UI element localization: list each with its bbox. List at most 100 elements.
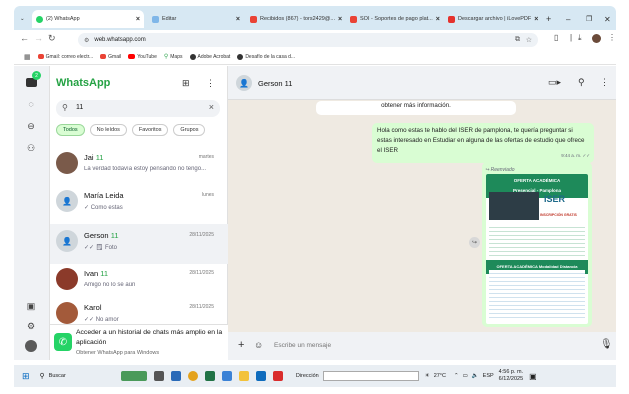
status-icon[interactable]: ◌ bbox=[23, 96, 39, 112]
maximize-button[interactable]: ❐ bbox=[582, 10, 596, 28]
emoji-sticker-icon[interactable]: ☺ bbox=[254, 340, 263, 350]
translate-icon[interactable]: ⧉ bbox=[515, 36, 520, 44]
communities-icon[interactable]: ⚇ bbox=[23, 140, 39, 156]
conversation-header[interactable]: 👤 Gerson 11 ▭▸ ⚲ ⋮ bbox=[228, 66, 616, 100]
apps-grid-icon[interactable]: ▦ bbox=[24, 53, 31, 61]
menu-kebab-icon[interactable]: ⋮ bbox=[206, 78, 215, 89]
reload-icon[interactable]: ↻ bbox=[48, 33, 56, 44]
settings-gear-icon[interactable]: ⚙ bbox=[23, 318, 39, 334]
chat-item-maria-leida[interactable]: 👤 María Leida lunes ✓ Como estas bbox=[50, 184, 228, 224]
new-chat-icon[interactable]: ⊞ bbox=[182, 78, 190, 89]
forwarded-image-bubble[interactable]: ↪ Reenviado OFERTA ACADÉMICA Presencial -… bbox=[482, 162, 592, 327]
gmail-icon bbox=[37, 54, 44, 59]
profile-avatar[interactable] bbox=[592, 34, 601, 43]
site-icon bbox=[237, 53, 244, 60]
get-windows-app-banner[interactable]: ✆ Acceder a un historial de chats más am… bbox=[50, 324, 228, 360]
search-input[interactable]: ⚲ 11 × bbox=[56, 100, 220, 117]
tray-chevron-icon[interactable]: ⌃ bbox=[454, 373, 459, 379]
flyer-logo: ISER bbox=[544, 194, 566, 204]
close-icon[interactable]: × bbox=[436, 16, 440, 23]
language-indicator[interactable]: ESP bbox=[483, 373, 494, 379]
filter-grupos[interactable]: Grupos bbox=[173, 124, 206, 136]
attach-plus-icon[interactable]: + bbox=[238, 339, 244, 351]
profile-avatar-icon[interactable] bbox=[23, 338, 39, 354]
weather-temp[interactable]: 27°C bbox=[434, 373, 446, 379]
bookmark-youtube[interactable]: YouTube bbox=[128, 54, 157, 60]
store-app-icon[interactable] bbox=[221, 371, 232, 381]
word-app-icon[interactable] bbox=[170, 371, 181, 381]
media-icon[interactable]: ▣ bbox=[23, 298, 39, 314]
bookmark-gmail-correo[interactable]: Gmail: correo electr... bbox=[37, 54, 93, 60]
close-icon[interactable]: × bbox=[534, 16, 538, 23]
close-window-button[interactable]: ✕ bbox=[600, 10, 614, 28]
video-call-icon[interactable]: ▭▸ bbox=[548, 77, 561, 88]
widget-thumbnail-icon[interactable] bbox=[120, 371, 147, 381]
close-icon[interactable]: × bbox=[136, 16, 140, 23]
taskbar-search[interactable]: Buscar bbox=[49, 373, 66, 379]
tab-editar[interactable]: Editar × bbox=[148, 10, 244, 28]
chat-item-jai[interactable]: Jai 11 martes La verdad todavía estoy pe… bbox=[50, 146, 228, 186]
clear-search-icon[interactable]: × bbox=[209, 102, 214, 112]
search-icon[interactable]: ⚲ bbox=[578, 77, 585, 88]
filter-no-leidos[interactable]: No leídos bbox=[89, 124, 127, 136]
bookmark-gmail[interactable]: Gmail bbox=[100, 54, 121, 60]
gmail-icon bbox=[100, 54, 107, 59]
adobe-icon bbox=[189, 53, 196, 60]
back-icon[interactable]: ← bbox=[20, 33, 29, 43]
contact-avatar-icon[interactable]: 👤 bbox=[236, 75, 252, 91]
excel-app-icon[interactable] bbox=[204, 371, 215, 381]
task-view-icon[interactable] bbox=[153, 371, 164, 381]
file-explorer-icon[interactable] bbox=[238, 371, 249, 381]
chat-item-gerson[interactable]: 👤 Gerson 11 28/11/2025 ✓✓ 🗒 Foto bbox=[50, 224, 228, 264]
bookmark-star-icon[interactable]: ☆ bbox=[526, 36, 532, 44]
message-input[interactable]: Escribe un mensaje bbox=[274, 342, 331, 349]
message-time: 9:44 a. m. ✓✓ bbox=[561, 153, 590, 158]
address-toolbar-input[interactable] bbox=[322, 371, 419, 381]
close-icon[interactable]: × bbox=[338, 16, 342, 23]
flyer-image[interactable]: OFERTA ACADÉMICA Presencial - Pamplona IS… bbox=[486, 174, 588, 324]
url-input[interactable]: ⚙ web.whatsapp.com ⧉ ☆ bbox=[78, 33, 538, 47]
sidebar-icon[interactable]: ▯ bbox=[554, 33, 558, 42]
tab-soi[interactable]: SOI - Soportes de pago plat... × bbox=[346, 10, 442, 28]
chat-preview: ✓✓ No amor bbox=[84, 317, 119, 323]
clock[interactable]: 4:56 p. m. 6/12/2025 bbox=[499, 369, 523, 383]
url-text: web.whatsapp.com bbox=[94, 37, 146, 43]
filter-favoritos[interactable]: Favoritos bbox=[131, 124, 169, 136]
avatar bbox=[56, 302, 78, 324]
download-icon[interactable]: ⤓ bbox=[578, 33, 582, 43]
address-label: Dirección bbox=[295, 373, 319, 379]
filter-todos[interactable]: Todos bbox=[56, 124, 85, 136]
message-bubble-incoming: obtener más información. bbox=[316, 101, 516, 115]
maps-pin-icon: ⚲ bbox=[163, 54, 169, 60]
chat-date: 28/11/2025 bbox=[189, 232, 214, 238]
forward-icon[interactable]: → bbox=[34, 33, 43, 43]
chats-icon[interactable]: 2 bbox=[23, 71, 41, 90]
minimize-button[interactable]: – bbox=[562, 10, 576, 28]
microphone-icon[interactable]: 🎙 bbox=[600, 339, 613, 350]
flyer-photo bbox=[489, 192, 539, 220]
channels-icon[interactable]: ⊖ bbox=[23, 118, 39, 134]
menu-kebab-icon[interactable]: ⋮ bbox=[600, 77, 609, 88]
tab-search-menu-icon[interactable]: ⌄ bbox=[16, 10, 28, 28]
chrome-app-icon[interactable] bbox=[187, 371, 198, 381]
tab-ilovepdf[interactable]: Descargar archivo | iLovePDF × bbox=[444, 10, 542, 28]
new-tab-button[interactable]: + bbox=[542, 10, 554, 28]
youtube-icon bbox=[128, 54, 136, 59]
avatar-placeholder-icon: 👤 bbox=[56, 190, 78, 212]
menu-kebab-icon[interactable]: ⋮ bbox=[608, 33, 616, 42]
close-icon[interactable]: × bbox=[236, 16, 240, 23]
tab-gmail[interactable]: Recibidos (867) - tors2429@... × bbox=[246, 10, 344, 28]
bookmark-adobe[interactable]: Adobe Acrobat bbox=[189, 53, 230, 60]
volume-icon[interactable]: 🔈 bbox=[472, 373, 479, 379]
network-icon[interactable]: ▭ bbox=[463, 373, 468, 379]
windows-start-icon[interactable]: ⊞ bbox=[22, 371, 30, 382]
edge-app-icon[interactable] bbox=[255, 371, 266, 381]
acrobat-app-icon[interactable] bbox=[272, 371, 283, 381]
forward-share-icon[interactable]: ↪ bbox=[469, 237, 480, 248]
notifications-icon[interactable]: ▣ bbox=[529, 372, 537, 381]
tab-whatsapp[interactable]: (2) WhatsApp × bbox=[32, 10, 144, 28]
site-info-icon[interactable]: ⚙ bbox=[84, 37, 89, 44]
bookmark-maps[interactable]: ⚲ Maps bbox=[163, 53, 183, 61]
bookmark-desafio[interactable]: Desafío de la casa d... bbox=[237, 53, 295, 60]
message-text: obtener más información. bbox=[381, 102, 451, 109]
